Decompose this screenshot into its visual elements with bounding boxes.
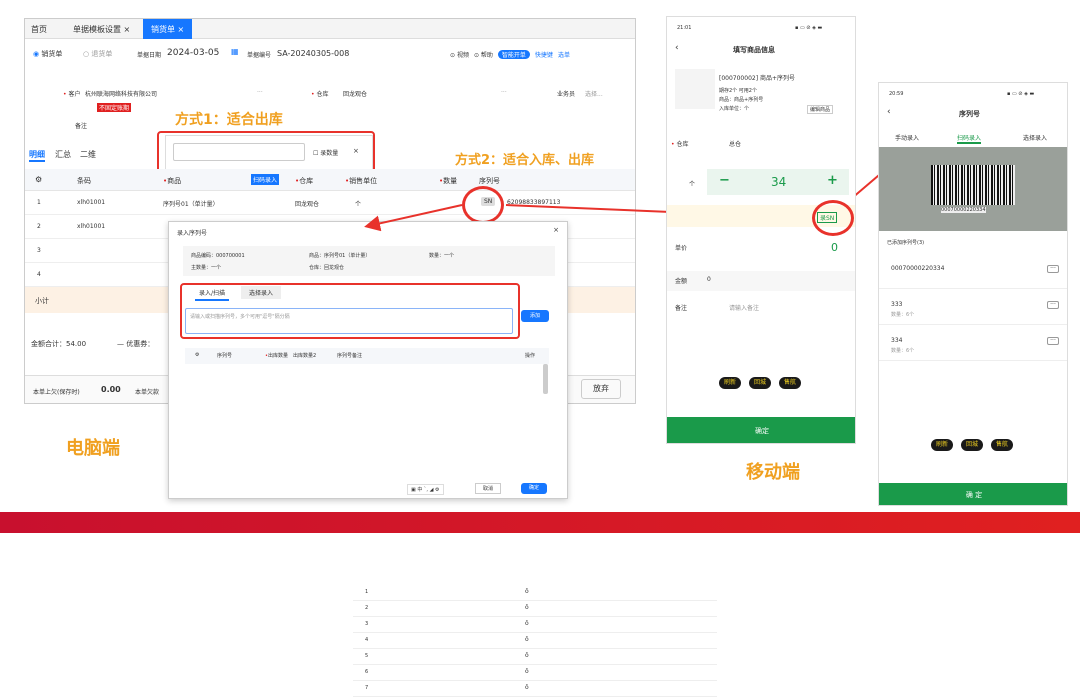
wh-label: • 仓库 bbox=[671, 141, 689, 148]
serial-list-item[interactable]: 334 数量：6个 ··· bbox=[879, 327, 1067, 361]
phone2-btn-refresh[interactable]: 刷新 bbox=[931, 439, 953, 451]
phone1-btn-back[interactable]: 回城 bbox=[749, 377, 771, 389]
phone2-btn-sell[interactable]: 售航 bbox=[991, 439, 1013, 451]
bottom-banner bbox=[0, 512, 1080, 533]
status-icons: ▪ ▭ ⊘ ◈ ▬ bbox=[795, 25, 823, 31]
dialog-table-row[interactable]: 3ō bbox=[353, 617, 717, 633]
dialog-table-row[interactable]: 7ō bbox=[353, 681, 717, 697]
added-count: 已添加序列号(3) bbox=[887, 240, 925, 246]
price-value[interactable]: 0 bbox=[831, 241, 838, 254]
label-mobile: 移动端 bbox=[746, 462, 800, 483]
unit-label: 个 bbox=[689, 181, 696, 188]
qty-plus[interactable]: + bbox=[827, 173, 838, 188]
p2-tab-manual[interactable]: 手动录入 bbox=[895, 133, 919, 142]
phone2-btn-back[interactable]: 回城 bbox=[961, 439, 983, 451]
p2-tab-scan[interactable]: 扫码录入 bbox=[957, 133, 982, 144]
barcode-image bbox=[931, 165, 1015, 205]
label-pc: 电脑端 bbox=[66, 438, 120, 459]
phone2-title: 序列号 bbox=[959, 110, 980, 118]
status-icons-2: ▪ ▭ ⊘ ◈ ▬ bbox=[1007, 91, 1035, 97]
qty-value[interactable]: 34 bbox=[771, 175, 786, 189]
status-time: 21:01 bbox=[677, 25, 692, 31]
p2-tab-select[interactable]: 选择录入 bbox=[1023, 133, 1047, 142]
dialog-table-row[interactable]: 5ō bbox=[353, 649, 717, 665]
sn-mobile-circle bbox=[812, 200, 854, 236]
amount-value: 0 bbox=[707, 276, 711, 283]
product-name[interactable]: [000700002] 商品+序列号 bbox=[719, 73, 795, 82]
qty-minus[interactable]: − bbox=[719, 173, 730, 188]
phone1-btn-sell[interactable]: 售航 bbox=[779, 377, 801, 389]
phone-serial: 20:59 ▪ ▭ ⊘ ◈ ▬ ‹ 序列号 手动录入 扫码录入 选择录入 000… bbox=[878, 82, 1068, 506]
phone1-confirm[interactable]: 确定 bbox=[667, 417, 855, 443]
serial-list-item[interactable]: 00070000220334 ··· bbox=[879, 255, 1067, 289]
arrow-to-dialog bbox=[364, 204, 463, 232]
price-label: 单价 bbox=[675, 245, 688, 252]
product-unit: 入库单位：个 bbox=[719, 106, 750, 112]
dialog-table-row[interactable]: 4ō bbox=[353, 633, 717, 649]
status-time-2: 20:59 bbox=[889, 91, 904, 97]
dialog-table-row[interactable]: 1ō bbox=[353, 585, 717, 601]
more-icon[interactable]: ··· bbox=[1047, 337, 1059, 345]
amount-label: 金额 bbox=[675, 278, 688, 285]
note-input-m[interactable]: 请输入备注 bbox=[729, 303, 759, 312]
more-icon[interactable]: ··· bbox=[1047, 265, 1059, 273]
back-icon-2[interactable]: ‹ bbox=[887, 107, 891, 117]
back-icon[interactable]: ‹ bbox=[675, 43, 679, 53]
edit-product-button[interactable]: 编辑商品 bbox=[807, 105, 834, 114]
phone2-confirm[interactable]: 确 定 bbox=[879, 483, 1067, 505]
product-attr: 商品：商品+序列号 bbox=[719, 97, 764, 103]
barcode-text: 00070000220334 bbox=[941, 207, 986, 213]
phone1-title: 填写商品信息 bbox=[733, 46, 775, 54]
dialog-table-row[interactable]: 6ō bbox=[353, 665, 717, 681]
serial-list-item[interactable]: 333 数量：6个 ··· bbox=[879, 291, 1067, 325]
phone1-btn-refresh[interactable]: 刷新 bbox=[719, 377, 741, 389]
amount-row bbox=[667, 271, 855, 291]
wh-value[interactable]: 总仓 bbox=[729, 139, 741, 148]
more-icon[interactable]: ··· bbox=[1047, 301, 1059, 309]
dialog-table-row[interactable]: 2ō bbox=[353, 601, 717, 617]
product-image bbox=[675, 69, 715, 109]
product-stock: 期存2个 可用2个 bbox=[719, 88, 757, 94]
note-label-m: 备注 bbox=[675, 305, 688, 312]
